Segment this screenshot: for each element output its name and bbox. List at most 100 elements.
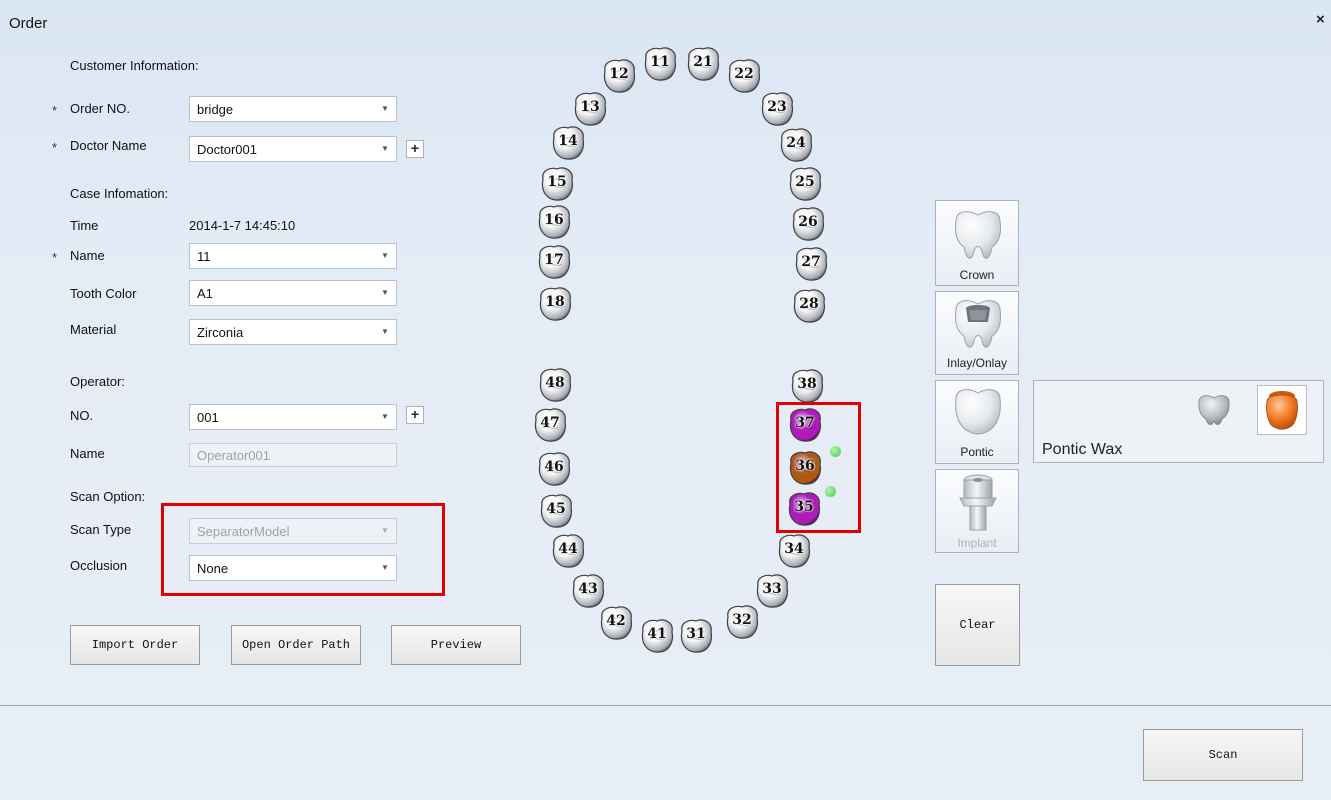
material-panel-label: Pontic Wax — [1042, 441, 1123, 458]
scan-button[interactable]: Scan — [1143, 729, 1303, 781]
material-value: Zirconia — [197, 325, 244, 340]
case-name-combo[interactable]: 11 ▼ — [189, 243, 397, 269]
chevron-down-icon[interactable]: ▼ — [374, 97, 396, 121]
tooth-number: 38 — [797, 376, 817, 392]
add-operator-button[interactable]: + — [406, 406, 424, 424]
material-combo[interactable]: Zirconia ▼ — [189, 319, 397, 345]
material-label: Material — [70, 322, 117, 337]
tooth-number: 32 — [732, 612, 752, 628]
add-doctor-button[interactable]: + — [406, 140, 424, 158]
crown-icon — [955, 211, 1001, 259]
doctor-name-label: Doctor Name — [70, 138, 147, 153]
import-order-button[interactable]: Import Order — [70, 625, 200, 665]
tooth-45[interactable]: 45 — [536, 492, 576, 530]
tooth-44[interactable]: 44 — [548, 532, 588, 570]
chevron-down-icon[interactable]: ▼ — [374, 405, 396, 429]
chevron-down-icon[interactable]: ▼ — [374, 244, 396, 268]
tooth-number: 11 — [650, 54, 670, 70]
occlusion-label: Occlusion — [70, 558, 128, 573]
tooth-16[interactable]: 16 — [534, 203, 574, 241]
tooth-color-combo[interactable]: A1 ▼ — [189, 280, 397, 306]
tooth-34[interactable]: 34 — [774, 532, 814, 570]
tooth-number: 16 — [544, 212, 564, 228]
tooth-17[interactable]: 17 — [534, 243, 574, 281]
required-marker: * — [52, 140, 58, 155]
tooth-number: 28 — [799, 296, 819, 312]
order-no-value: bridge — [197, 102, 234, 117]
tooth-18[interactable]: 18 — [535, 285, 575, 323]
inlay-onlay-label: Inlay/Onlay — [946, 356, 1008, 370]
tooth-number: 15 — [547, 174, 567, 190]
tooth-number: 34 — [784, 541, 804, 557]
doctor-name-value: Doctor001 — [197, 142, 257, 157]
tooth-number: 14 — [558, 133, 578, 149]
material-panel: Pontic Wax — [1033, 380, 1324, 463]
wax-crown-icon — [1266, 391, 1298, 430]
operator-name-value: Operator001 — [197, 448, 270, 463]
window-title: Order — [9, 15, 48, 32]
pontic-button[interactable]: Pontic — [935, 380, 1019, 464]
divider — [0, 705, 1331, 706]
preview-button[interactable]: Preview — [391, 625, 521, 665]
tooth-number: 42 — [606, 613, 626, 629]
case-name-label: Name — [70, 248, 105, 263]
scan-type-label: Scan Type — [70, 522, 132, 537]
tooth-13[interactable]: 13 — [570, 90, 610, 128]
order-no-combo[interactable]: bridge ▼ — [189, 96, 397, 122]
implant-icon — [959, 474, 997, 531]
tooth-color-label: Tooth Color — [70, 286, 137, 301]
tooth-color-value: A1 — [197, 286, 213, 301]
operator-no-value: 001 — [197, 410, 219, 425]
tooth-48[interactable]: 48 — [535, 366, 575, 404]
required-marker: * — [52, 250, 58, 265]
crown-button[interactable]: Crown — [935, 200, 1019, 286]
tooth-number: 44 — [558, 541, 578, 557]
tooth-number: 23 — [767, 99, 787, 115]
tooth-33[interactable]: 33 — [752, 572, 792, 610]
tooth-46[interactable]: 46 — [534, 450, 574, 488]
clear-button[interactable]: Clear — [935, 584, 1020, 666]
tooth-11[interactable]: 11 — [640, 45, 680, 83]
crown-label: Crown — [959, 268, 995, 282]
scan-option-header: Scan Option: — [70, 489, 146, 504]
customer-info-header: Customer Information: — [70, 58, 199, 73]
tooth-number: 33 — [762, 581, 782, 597]
selected-teeth-highlight — [776, 402, 861, 533]
tooth-38[interactable]: 38 — [787, 367, 827, 405]
tooth-number: 43 — [578, 581, 598, 597]
chevron-down-icon[interactable]: ▼ — [374, 137, 396, 161]
chevron-down-icon[interactable]: ▼ — [374, 320, 396, 344]
tooth-number: 46 — [544, 459, 564, 475]
tooth-14[interactable]: 14 — [548, 124, 588, 162]
tooth-28[interactable]: 28 — [789, 287, 829, 325]
operator-name-label: Name — [70, 446, 105, 461]
tooth-41[interactable]: 41 — [637, 617, 677, 655]
tooth-27[interactable]: 27 — [791, 245, 831, 283]
tooth-24[interactable]: 24 — [776, 126, 816, 164]
tooth-number: 25 — [795, 174, 815, 190]
tooth-47[interactable]: 47 — [530, 406, 570, 444]
inlay-onlay-button[interactable]: Inlay/Onlay — [935, 291, 1019, 375]
open-order-path-button[interactable]: Open Order Path — [231, 625, 361, 665]
tooth-43[interactable]: 43 — [568, 572, 608, 610]
operator-no-combo[interactable]: 001 ▼ — [189, 404, 397, 430]
tooth-25[interactable]: 25 — [785, 165, 825, 203]
pontic-icon — [955, 389, 1001, 435]
wax-crown-option[interactable] — [1257, 385, 1307, 435]
close-icon[interactable]: × — [1316, 11, 1325, 28]
tooth-23[interactable]: 23 — [757, 90, 797, 128]
tooth-15[interactable]: 15 — [537, 165, 577, 203]
case-name-value: 11 — [197, 249, 211, 264]
chevron-down-icon[interactable]: ▼ — [374, 281, 396, 305]
operator-header: Operator: — [70, 374, 125, 389]
metal-crown-icon[interactable] — [1194, 393, 1234, 427]
tooth-number: 13 — [580, 99, 600, 115]
tooth-number: 17 — [544, 252, 564, 268]
operator-name-field: Operator001 — [189, 443, 397, 467]
case-info-header: Case Infomation: — [70, 186, 169, 201]
tooth-26[interactable]: 26 — [788, 205, 828, 243]
pontic-label: Pontic — [960, 445, 994, 459]
doctor-name-combo[interactable]: Doctor001 ▼ — [189, 136, 397, 162]
tooth-31[interactable]: 31 — [676, 617, 716, 655]
tooth-21[interactable]: 21 — [683, 45, 723, 83]
